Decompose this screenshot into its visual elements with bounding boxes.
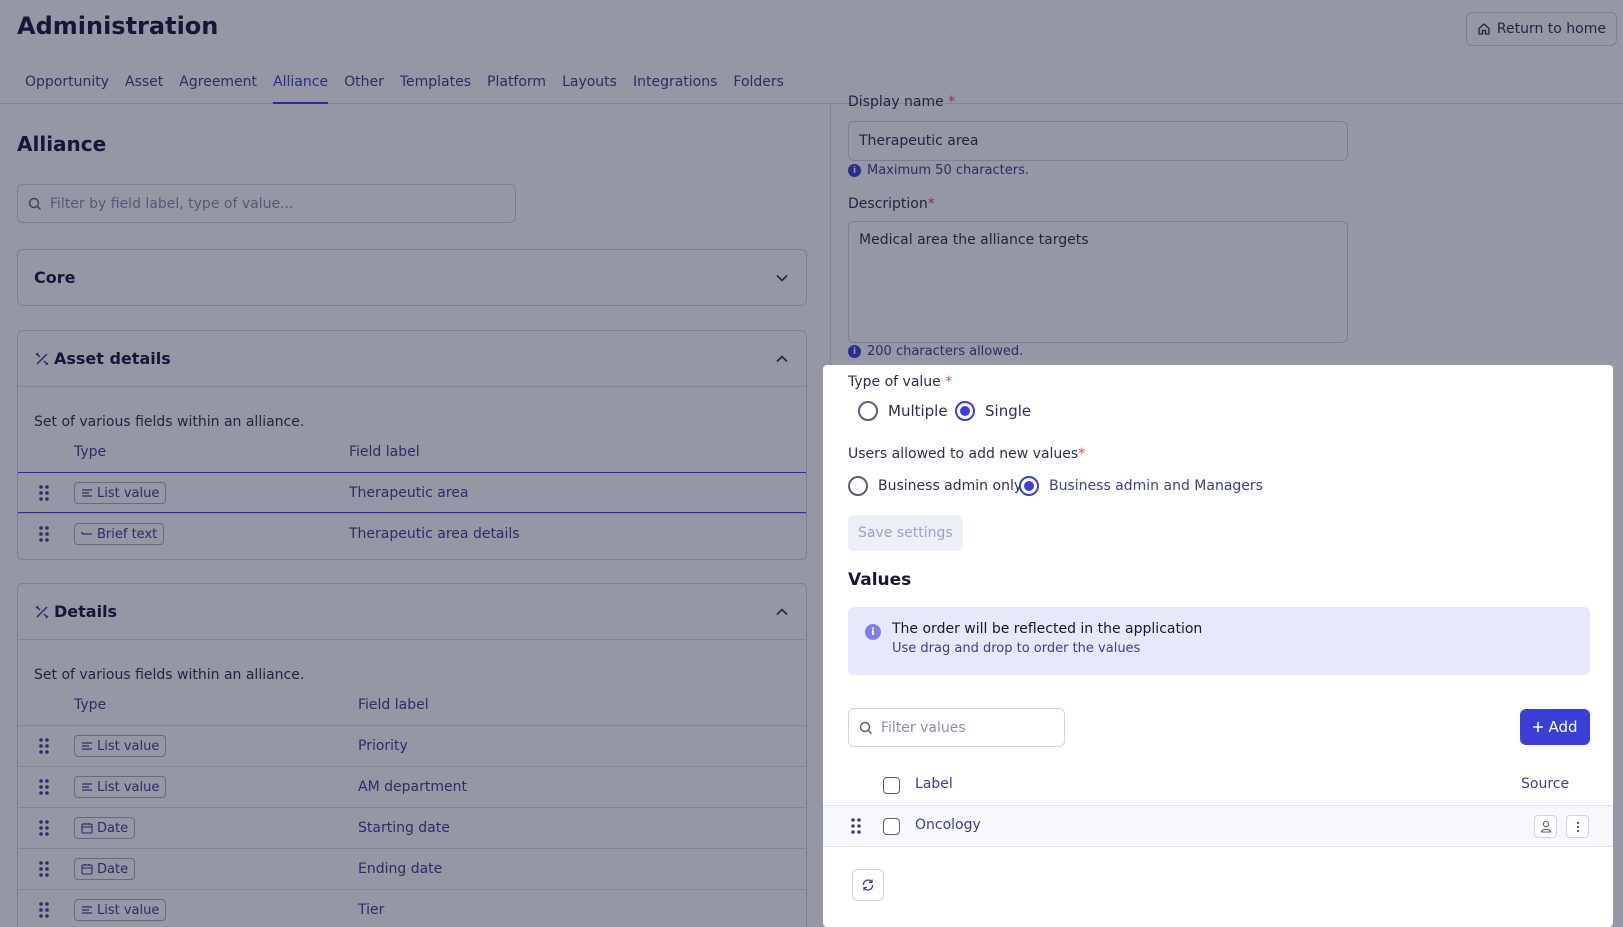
required-mark: * bbox=[1078, 446, 1086, 462]
user-icon bbox=[1540, 820, 1551, 833]
refresh-icon bbox=[862, 879, 874, 891]
type-of-value-label-text: Type of value bbox=[848, 374, 941, 390]
type-of-value-label: Type of value * bbox=[848, 374, 952, 390]
required-mark: * bbox=[945, 374, 953, 390]
filter-values-placeholder: Filter values bbox=[881, 719, 966, 736]
plus-icon bbox=[1533, 722, 1544, 732]
highlighted-settings-panel: Type of value * Multiple Single Users al… bbox=[823, 365, 1613, 927]
more-vertical-icon bbox=[1576, 821, 1579, 832]
radio-button[interactable] bbox=[858, 401, 878, 421]
info-icon: i bbox=[865, 624, 881, 640]
add-value-label: Add bbox=[1548, 718, 1578, 736]
banner-text: Use drag and drop to order the values bbox=[892, 641, 1141, 656]
col-source: Source bbox=[1521, 776, 1570, 792]
radio-multiple-label: Multiple bbox=[888, 402, 948, 420]
source-user-button[interactable] bbox=[1534, 815, 1557, 838]
more-actions-button[interactable] bbox=[1566, 815, 1589, 838]
save-settings-button[interactable]: Save settings bbox=[848, 515, 963, 551]
values-table-header: Label Source bbox=[823, 765, 1613, 806]
users-allowed-label: Users allowed to add new values* bbox=[848, 446, 1085, 462]
value-label: Oncology bbox=[915, 817, 981, 833]
radio-admin-managers[interactable]: Business admin and Managers bbox=[1019, 476, 1263, 496]
users-allowed-label-text: Users allowed to add new values bbox=[848, 446, 1079, 462]
banner-title: The order will be reflected in the appli… bbox=[892, 621, 1203, 637]
radio-single[interactable]: Single bbox=[955, 401, 1031, 421]
radio-admin-only-label: Business admin only bbox=[878, 478, 1023, 494]
search-icon bbox=[859, 721, 872, 734]
radio-admin-only[interactable]: Business admin only bbox=[848, 476, 1022, 496]
select-all-checkbox[interactable] bbox=[883, 777, 900, 794]
values-title: Values bbox=[848, 570, 912, 590]
radio-button[interactable] bbox=[955, 401, 975, 421]
radio-button[interactable] bbox=[848, 476, 868, 496]
radio-admin-managers-label: Business admin and Managers bbox=[1049, 478, 1263, 494]
filter-values-input[interactable]: Filter values bbox=[848, 708, 1065, 747]
radio-button[interactable] bbox=[1019, 476, 1039, 496]
row-checkbox[interactable] bbox=[883, 818, 900, 835]
add-value-button[interactable]: Add bbox=[1520, 709, 1590, 745]
drag-handle-icon[interactable] bbox=[850, 817, 862, 835]
radio-single-label: Single bbox=[985, 402, 1032, 420]
refresh-button[interactable] bbox=[852, 869, 884, 901]
radio-multiple[interactable]: Multiple bbox=[858, 401, 948, 421]
value-row[interactable]: Oncology bbox=[823, 806, 1613, 847]
info-banner: i The order will be reflected in the app… bbox=[848, 607, 1590, 675]
col-label: Label bbox=[915, 776, 953, 792]
